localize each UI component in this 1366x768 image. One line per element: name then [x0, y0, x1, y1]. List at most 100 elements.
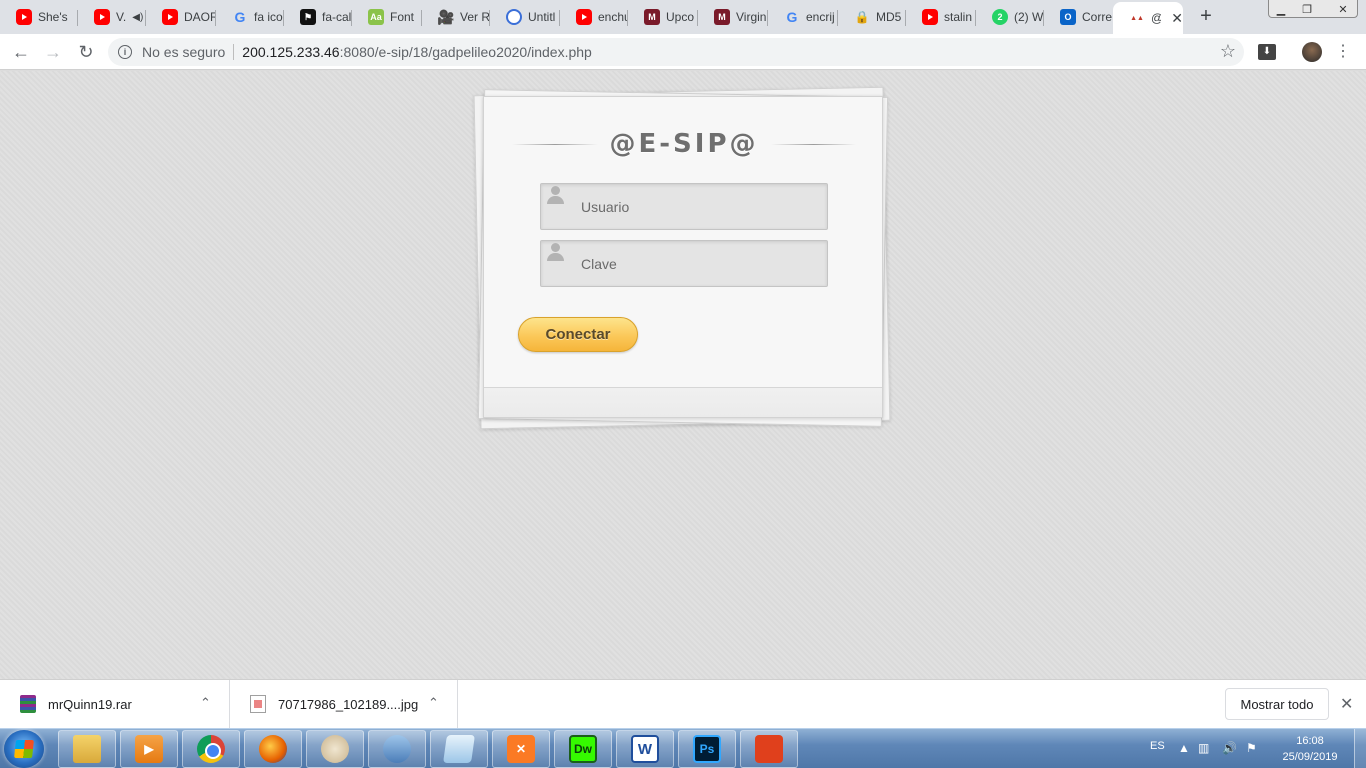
whatsapp-icon: 2	[992, 9, 1008, 25]
system-clock[interactable]: 16:08 25/09/2019	[1278, 733, 1342, 765]
tab-fa-cal[interactable]: ⚑ fa-cal	[284, 2, 352, 32]
tab-correo[interactable]: O Corre	[1044, 2, 1114, 32]
download-item[interactable]: 70717986_102189....jpg ⌃	[230, 680, 458, 728]
tab-title: enchu	[598, 10, 628, 24]
page-title: @E-SIP@	[609, 129, 759, 159]
speaker-icon[interactable]: ◀)	[132, 12, 143, 23]
password-input[interactable]	[581, 254, 811, 274]
minimize-icon[interactable]: ▁	[1268, 0, 1294, 18]
globe-icon	[506, 9, 522, 25]
password-field[interactable]	[540, 240, 828, 287]
tab-title: DAOR	[184, 10, 216, 24]
tab-stalin[interactable]: stalin	[906, 2, 976, 32]
tab-title: She's	[38, 10, 68, 24]
close-icon[interactable]: ✕	[1340, 694, 1353, 714]
url-text[interactable]: 200.125.233.46:8080/e-sip/18/gadpelileo2…	[242, 44, 592, 60]
login-form: @E-SIP@ Conectar	[483, 96, 883, 418]
tab-title: Untitl	[528, 10, 556, 24]
tab-enchu[interactable]: enchu	[560, 2, 628, 32]
reload-button[interactable]: ↻	[73, 39, 99, 65]
tab-ver-r[interactable]: 🎥 Ver R	[422, 2, 490, 32]
tab-virgin[interactable]: M Virgin	[698, 2, 768, 32]
info-icon[interactable]: i	[118, 45, 132, 59]
action-center-icon[interactable]: ⚑	[1246, 741, 1257, 755]
dreamweaver-icon: Dw	[569, 735, 597, 763]
youtube-icon	[922, 9, 938, 25]
forward-button[interactable]: →	[40, 39, 66, 65]
firefox-icon	[259, 735, 287, 763]
taskbar: ▶ ✕ Dw W Ps ES ▲ ▥ 🔊 ⚑ 16:08 25/09/2019	[0, 728, 1366, 768]
back-button[interactable]: ←	[8, 39, 34, 65]
username-input[interactable]	[581, 197, 811, 217]
taskbar-dolphin[interactable]	[368, 730, 426, 768]
taskbar-notepad[interactable]	[430, 730, 488, 768]
taskbar-photoshop[interactable]: Ps	[678, 730, 736, 768]
security-label[interactable]: No es seguro	[142, 44, 225, 60]
word-icon: W	[631, 735, 659, 763]
taskbar-firefox[interactable]	[244, 730, 302, 768]
heading-divider	[512, 143, 598, 145]
chevron-up-icon[interactable]: ⌃	[200, 695, 211, 711]
start-button[interactable]	[4, 730, 44, 768]
close-window-icon[interactable]: ✕	[1320, 0, 1366, 18]
tab-font[interactable]: Aa Font	[352, 2, 422, 32]
heading-divider	[770, 143, 857, 145]
taskbar-media-player[interactable]: ▶	[120, 730, 178, 768]
tab-encrij[interactable]: G encrij	[768, 2, 838, 32]
google-icon: G	[786, 9, 798, 25]
chrome-icon	[197, 735, 225, 763]
tab-title: stalin	[944, 10, 973, 24]
heading-row: @E-SIP@	[512, 127, 857, 161]
taskbar-acrobat[interactable]	[740, 730, 798, 768]
menu-icon[interactable]: ⋮	[1335, 42, 1351, 62]
tab-title: Upco	[666, 10, 695, 24]
volume-icon[interactable]: 🔊	[1222, 741, 1237, 755]
download-item[interactable]: mrQuinn19.rar ⌃	[0, 680, 230, 728]
tab-title: Virgin	[736, 10, 767, 24]
photoshop-icon: Ps	[693, 735, 721, 763]
network-icon[interactable]: ▥	[1198, 741, 1209, 755]
tab-upco[interactable]: M Upco	[628, 2, 698, 32]
show-all-button[interactable]: Mostrar todo	[1225, 688, 1329, 720]
address-bar[interactable]: i No es seguro 200.125.233.46:8080/e-sip…	[108, 38, 1244, 66]
form-footer	[484, 387, 882, 417]
show-desktop-button[interactable]	[1354, 729, 1366, 768]
show-hidden-icons-icon[interactable]: ▲	[1178, 741, 1190, 755]
login-button[interactable]: Conectar	[518, 317, 638, 352]
chevron-up-icon[interactable]: ⌃	[428, 695, 439, 711]
tab-title: MD5	[876, 10, 902, 24]
tab-close-icon[interactable]: ✕	[1171, 10, 1183, 27]
avatar[interactable]	[1302, 42, 1322, 62]
taskbar-explorer[interactable]	[58, 730, 116, 768]
acrobat-icon	[755, 735, 783, 763]
taskbar-paint[interactable]	[306, 730, 364, 768]
taskbar-word[interactable]: W	[616, 730, 674, 768]
bookmark-star-icon[interactable]: ☆	[1220, 41, 1236, 62]
taskbar-xampp[interactable]: ✕	[492, 730, 550, 768]
clock-date: 25/09/2019	[1282, 751, 1338, 763]
tab-md5[interactable]: 🔒 MD5	[838, 2, 906, 32]
tab-v[interactable]: V. ◀)	[78, 2, 146, 32]
tab-daor[interactable]: DAOR	[146, 2, 216, 32]
taskbar-dreamweaver[interactable]: Dw	[554, 730, 612, 768]
new-tab-button[interactable]: +	[1194, 4, 1218, 28]
youtube-icon	[94, 9, 110, 25]
language-indicator[interactable]: ES	[1150, 740, 1165, 752]
youtube-icon	[576, 9, 592, 25]
tab-shes[interactable]: She's	[0, 2, 78, 32]
download-extension-icon[interactable]: ⬇	[1258, 44, 1276, 60]
tab-untitled[interactable]: Untitl	[490, 2, 560, 32]
media-player-icon: ▶	[135, 735, 163, 763]
font-icon: Aa	[368, 9, 384, 25]
outlook-icon: O	[1060, 9, 1076, 25]
user-icon	[547, 243, 564, 261]
tab-fa-ico[interactable]: G fa ico	[216, 2, 284, 32]
tab-title: Font	[390, 10, 415, 24]
username-field[interactable]	[540, 183, 828, 230]
tab-title: V.	[116, 10, 127, 24]
taskbar-chrome[interactable]	[182, 730, 240, 768]
tab-whatsapp[interactable]: 2 (2) W	[976, 2, 1044, 32]
maximize-icon[interactable]: ❐	[1294, 0, 1320, 18]
flag-icon: ⚑	[300, 9, 316, 25]
tab-esip-active[interactable]: ▲▲ @ ✕	[1113, 2, 1183, 34]
